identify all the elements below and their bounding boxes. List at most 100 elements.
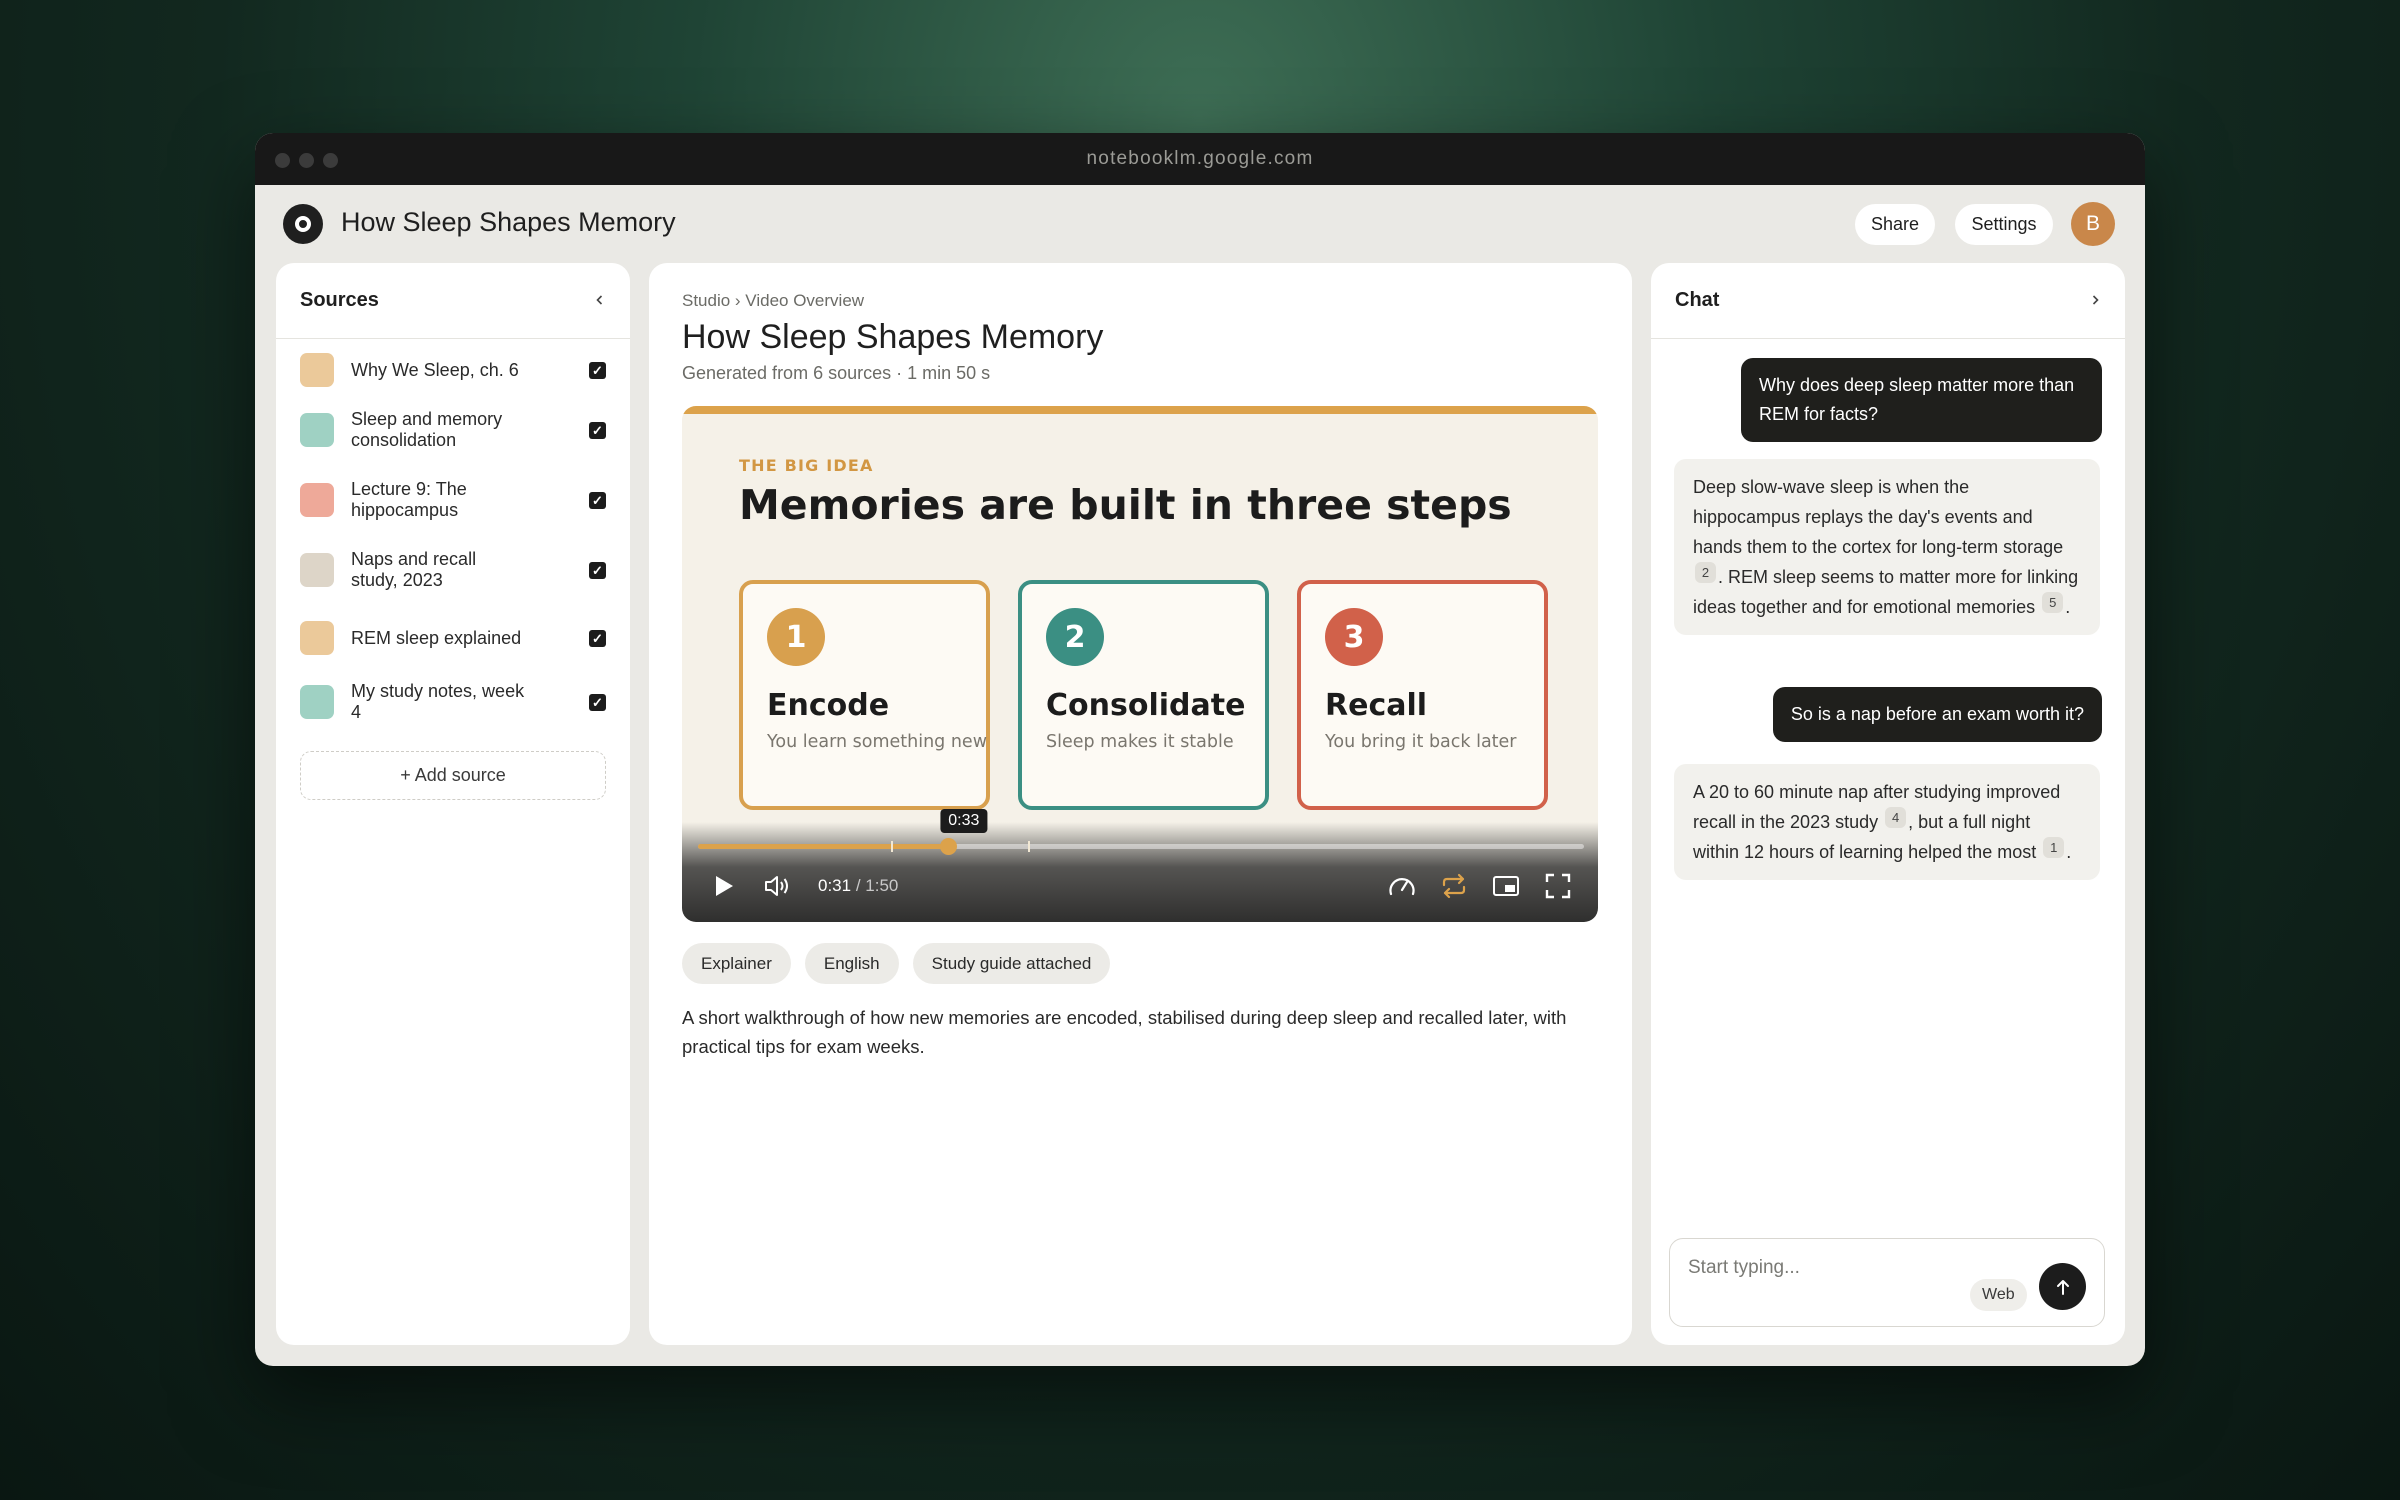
video-tags: Explainer English Study guide attached (682, 943, 1111, 984)
ai-message: Deep slow-wave sleep is when the hippoca… (1674, 459, 2100, 635)
arrow-up-icon (2056, 1279, 2069, 1295)
source-item[interactable]: Why We Sleep, ch. 6 ✓ (276, 353, 630, 387)
hover-time-tooltip: 0:33 (940, 809, 988, 833)
tag-chip[interactable]: Explainer (682, 943, 791, 984)
chevron-left-icon[interactable] (594, 289, 606, 312)
source-checkbox[interactable]: ✓ (589, 561, 606, 579)
step-card-recall: 3 Recall You bring it back later (1297, 580, 1548, 810)
add-source-button[interactable]: + Add source (300, 751, 606, 800)
step-description: You bring it back later (1325, 732, 1517, 752)
duration: 1:50 (865, 876, 899, 895)
maximize-window-dot[interactable] (323, 153, 338, 168)
step-number-badge: 3 (1325, 608, 1383, 666)
source-label: Sleep and memory consolidation (351, 409, 503, 450)
minimize-window-dot[interactable] (299, 153, 314, 168)
step-card-encode: 1 Encode You learn something new (739, 580, 990, 810)
step-name: Encode (767, 688, 890, 723)
step-number-badge: 1 (767, 608, 825, 666)
page-title: How Sleep Shapes Memory (682, 318, 1104, 356)
window-controls (275, 153, 338, 168)
source-item[interactable]: My study notes, week 4 ✓ (276, 681, 630, 723)
current-time: 0:31 (818, 876, 852, 895)
source-checkbox[interactable]: ✓ (589, 693, 606, 711)
fullscreen-icon[interactable] (1538, 866, 1578, 906)
chat-header: Chat (1651, 263, 2125, 339)
source-checkbox[interactable]: ✓ (589, 361, 606, 379)
avatar[interactable]: B (2071, 202, 2115, 246)
notebook-title[interactable]: How Sleep Shapes Memory (341, 207, 676, 238)
sources-header: Sources (276, 263, 630, 339)
source-checkbox[interactable]: ✓ (589, 629, 606, 647)
ai-message: A 20 to 60 minute nap after studying imp… (1674, 764, 2100, 880)
notebooklm-logo-icon[interactable] (283, 204, 323, 244)
progress-fill (698, 844, 948, 849)
video-accent-bar (682, 406, 1598, 414)
chapter-marker[interactable] (1027, 841, 1030, 852)
chat-input[interactable] (1688, 1253, 1988, 1283)
source-color-swatch (300, 621, 334, 655)
source-color-swatch (300, 483, 334, 517)
web-search-toggle[interactable]: Web (1970, 1279, 2027, 1311)
chapter-marker[interactable] (891, 841, 894, 852)
source-checkbox[interactable]: ✓ (589, 491, 606, 509)
citation-badge[interactable]: 4 (1885, 807, 1907, 828)
step-description: You learn something new (767, 732, 988, 752)
source-item[interactable]: REM sleep explained ✓ (276, 621, 630, 655)
citation-badge[interactable]: 2 (1695, 562, 1716, 583)
video-progress-bar[interactable] (698, 838, 1584, 855)
step-card-consolidate: 2 Consolidate Sleep makes it stable (1018, 580, 1269, 810)
sources-panel: Sources Why We Sleep, ch. 6 ✓ Sleep and me… (276, 263, 630, 1345)
video-description: A short walkthrough of how new memories … (682, 1007, 1567, 1057)
user-message: Why does deep sleep matter more than REM… (1741, 358, 2102, 442)
progress-knob[interactable] (939, 838, 957, 855)
source-item[interactable]: Naps and recall study, 2023 ✓ (276, 549, 630, 591)
source-color-swatch (300, 413, 334, 447)
send-button[interactable] (2039, 1263, 2086, 1310)
play-icon[interactable] (704, 866, 744, 906)
tag-chip[interactable]: English (804, 943, 899, 984)
source-label: REM sleep explained (351, 627, 522, 648)
app-header: How Sleep Shapes Memory Share Settings B (255, 185, 2145, 263)
share-button[interactable]: Share (1855, 204, 1935, 245)
time-display: 0:31 / 1:50 (818, 876, 898, 896)
source-label: Naps and recall study, 2023 (351, 549, 477, 590)
message-text: . (2065, 597, 2071, 617)
source-label: My study notes, week 4 (351, 681, 525, 722)
loop-icon[interactable] (1434, 866, 1474, 906)
source-item[interactable]: Sleep and memory consolidation ✓ (276, 409, 630, 451)
message-text: . (2066, 842, 2072, 862)
source-list: Why We Sleep, ch. 6 ✓ Sleep and memory con… (276, 339, 630, 723)
citation-badge[interactable]: 5 (2042, 592, 2064, 613)
source-color-swatch (300, 553, 334, 587)
step-name: Consolidate (1046, 688, 1246, 723)
source-color-swatch (300, 685, 334, 719)
chat-panel: Chat Why does deep sleep matter more tha… (1651, 263, 2125, 1345)
playback-speed-icon[interactable] (1382, 866, 1422, 906)
slide-kicker: THE BIG IDEA (739, 456, 874, 475)
chevron-right-icon[interactable] (2089, 289, 2101, 312)
settings-button[interactable]: Settings (1955, 204, 2053, 245)
browser-window: notebooklm.google.com How Sleep Shapes M… (255, 133, 2145, 1366)
message-text: Deep slow-wave sleep is when the hippoca… (1693, 477, 2064, 557)
step-number-badge: 2 (1046, 608, 1104, 666)
source-item[interactable]: Lecture 9: The hippocampus ✓ (276, 479, 630, 521)
tag-chip[interactable]: Study guide attached (912, 943, 1111, 984)
message-text: . REM sleep seems to matter more for lin… (1693, 567, 2079, 617)
close-window-dot[interactable] (275, 153, 290, 168)
breadcrumb[interactable]: Studio › Video Overview (682, 291, 864, 311)
chat-input-box: Web (1669, 1238, 2105, 1327)
volume-icon[interactable] (758, 866, 798, 906)
chat-title: Chat (1675, 289, 1720, 311)
step-description: Sleep makes it stable (1046, 732, 1234, 752)
citation-badge[interactable]: 1 (2043, 837, 2065, 858)
video-player[interactable]: THE BIG IDEA Memories are built in three… (682, 406, 1598, 922)
sources-title: Sources (300, 289, 379, 311)
page-subtitle: Generated from 6 sources · 1 min 50 s (682, 363, 991, 383)
source-color-swatch (300, 353, 334, 387)
step-name: Recall (1325, 688, 1428, 723)
picture-in-picture-icon[interactable] (1486, 866, 1526, 906)
title-bar: notebooklm.google.com (255, 133, 2145, 185)
source-label: Lecture 9: The hippocampus (351, 479, 467, 520)
source-checkbox[interactable]: ✓ (589, 421, 606, 439)
slide-title: Memories are built in three steps (739, 481, 1512, 529)
